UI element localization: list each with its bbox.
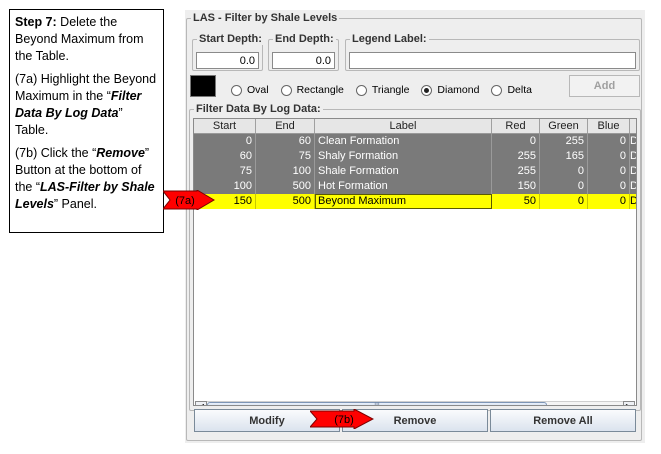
end-depth-label: End Depth:: [273, 33, 336, 45]
legend-label-input[interactable]: [349, 52, 636, 69]
radio-triangle[interactable]: Triangle: [355, 84, 409, 96]
radio-circle-icon: [355, 84, 367, 96]
table-row[interactable]: 0 60 Clean Formation 0 255 0 D: [194, 134, 636, 149]
end-depth-input[interactable]: 0.0: [272, 52, 335, 69]
table-row[interactable]: 75 100 Shale Formation 255 0 0 D: [194, 164, 636, 179]
column-header-label[interactable]: Label: [315, 119, 492, 133]
add-button[interactable]: Add: [569, 75, 640, 97]
radio-rectangle[interactable]: Rectangle: [280, 84, 344, 96]
legend-label-caption: Legend Label:: [350, 33, 429, 45]
column-header-extra: [630, 119, 636, 133]
start-depth-input[interactable]: 0.0: [196, 52, 259, 69]
las-filter-panel: LAS - Filter by Shale Levels Start Depth…: [185, 10, 645, 443]
radio-oval[interactable]: Oval: [231, 84, 269, 96]
callout-7b-arrow-icon: (7b): [310, 409, 374, 429]
panel-title: LAS - Filter by Shale Levels: [191, 12, 340, 24]
scroll-left-icon[interactable]: ◀: [195, 401, 207, 405]
table-row[interactable]: 100 500 Hot Formation 150 0 0 D: [194, 179, 636, 194]
column-header-start[interactable]: Start: [194, 119, 256, 133]
callout-7a-label: (7a): [175, 195, 195, 207]
selected-cell-focus: [315, 194, 492, 209]
column-header-end[interactable]: End: [256, 119, 315, 133]
step-text: Step 7: Delete the Beyond Maximum from t…: [15, 15, 144, 63]
radio-delta[interactable]: Delta: [491, 84, 532, 96]
callout-7a-arrow-icon: (7a): [163, 190, 215, 210]
table-header: Start End Label Red Green Blue: [194, 119, 636, 134]
radio-selected-icon: [421, 84, 433, 96]
radio-diamond[interactable]: Diamond: [421, 84, 479, 96]
instruction-box: Step 7: Delete the Beyond Maximum from t…: [9, 9, 164, 233]
filter-data-table: Start End Label Red Green Blue 0 60 Clea…: [193, 118, 637, 406]
radio-circle-icon: [280, 84, 292, 96]
callout-7b-label: (7b): [334, 414, 354, 426]
start-depth-label: Start Depth:: [197, 33, 264, 45]
scroll-thumb[interactable]: |||: [207, 402, 547, 405]
table-row[interactable]: 60 75 Shaly Formation 255 165 0 D: [194, 149, 636, 164]
column-header-blue[interactable]: Blue: [588, 119, 630, 133]
scroll-right-icon[interactable]: ▶: [623, 401, 635, 405]
table-horizontal-scrollbar[interactable]: ◀ ||| ▶: [195, 401, 635, 405]
radio-circle-icon: [491, 84, 503, 96]
table-row-selected[interactable]: 150 500 Beyond Maximum 50 0 0 D: [194, 194, 636, 209]
column-header-red[interactable]: Red: [492, 119, 540, 133]
filter-data-title: Filter Data By Log Data:: [194, 103, 323, 115]
column-header-green[interactable]: Green: [540, 119, 588, 133]
step-7a-text: (7a) Highlight the Beyond Maximum in the…: [15, 72, 157, 137]
radio-circle-icon: [231, 84, 242, 96]
step-7b-text: (7b) Click the “Remove” Button at the bo…: [15, 146, 155, 211]
shape-radio-group: Oval Rectangle Triangle Diamond Delta: [231, 84, 544, 96]
remove-all-button[interactable]: Remove All: [490, 409, 636, 432]
color-swatch[interactable]: [190, 75, 216, 97]
